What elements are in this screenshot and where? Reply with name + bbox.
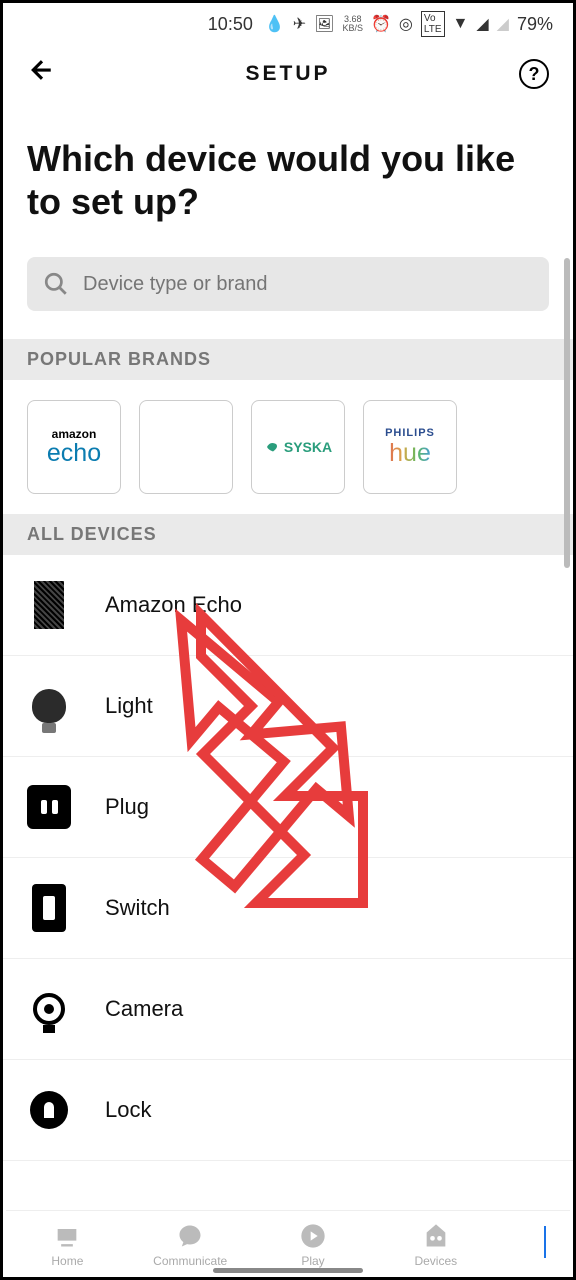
light-icon xyxy=(27,684,71,728)
hotspot-icon: ◎ xyxy=(399,14,413,34)
status-bar: 10:50 💧 ✈ 🖼 3.68KB/S ⏰ ◎ VoLTE ▼ ◢ ◢ 79% xyxy=(3,3,573,45)
data-speed: 3.68KB/S xyxy=(342,15,363,33)
brand-blank[interactable] xyxy=(139,400,233,494)
search-icon xyxy=(43,271,69,297)
status-time: 10:50 xyxy=(208,14,253,35)
brand-philips-hue[interactable]: PHILIPS hue xyxy=(363,400,457,494)
home-icon xyxy=(52,1221,82,1251)
signal-icon-2: ◢ xyxy=(497,14,509,34)
play-icon xyxy=(298,1221,328,1251)
signal-icon: ◢ xyxy=(476,14,488,34)
device-switch[interactable]: Switch xyxy=(3,858,573,959)
device-light[interactable]: Light xyxy=(3,656,573,757)
device-list: Amazon Echo Light Plug Switch Camera Loc… xyxy=(3,555,573,1161)
device-amazon-echo[interactable]: Amazon Echo xyxy=(3,555,573,656)
lock-icon xyxy=(27,1088,71,1132)
nav-communicate[interactable]: Communicate xyxy=(145,1221,235,1268)
wifi-icon: ▼ xyxy=(453,15,469,33)
back-button[interactable] xyxy=(27,55,57,93)
setup-question: Which device would you like to set up? xyxy=(3,107,573,257)
alarm-icon: ⏰ xyxy=(371,14,391,34)
device-camera[interactable]: Camera xyxy=(3,959,573,1060)
switch-icon xyxy=(27,886,71,930)
all-devices-header: ALL DEVICES xyxy=(3,514,573,555)
page-title: SETUP xyxy=(245,62,330,86)
help-button[interactable]: ? xyxy=(519,59,549,89)
popular-brands-header: POPULAR BRANDS xyxy=(3,339,573,380)
devices-icon xyxy=(421,1221,451,1251)
nav-devices[interactable]: Devices xyxy=(391,1221,481,1268)
app-header: SETUP ? xyxy=(3,45,573,107)
brands-row: amazon echo SYSKA PHILIPS hue xyxy=(3,380,573,514)
search-box[interactable] xyxy=(27,257,549,311)
home-indicator[interactable] xyxy=(213,1268,363,1273)
battery-percent: 79% xyxy=(517,14,553,35)
brand-amazon-echo[interactable]: amazon echo xyxy=(27,400,121,494)
image-icon: 🖼 xyxy=(314,14,334,34)
volte-icon: VoLTE xyxy=(421,11,445,37)
echo-icon xyxy=(27,583,71,627)
drop-icon: 💧 xyxy=(265,14,285,34)
nav-more[interactable] xyxy=(514,1221,554,1268)
nav-play[interactable]: Play xyxy=(268,1221,358,1268)
send-icon: ✈ xyxy=(293,14,306,34)
plug-icon xyxy=(27,785,71,829)
brand-syska[interactable]: SYSKA xyxy=(251,400,345,494)
bottom-nav: Home Communicate Play Devices xyxy=(6,1210,570,1274)
communicate-icon xyxy=(175,1221,205,1251)
scroll-indicator[interactable] xyxy=(564,258,570,568)
camera-icon xyxy=(27,987,71,1031)
search-input[interactable] xyxy=(83,273,533,296)
device-lock[interactable]: Lock xyxy=(3,1060,573,1161)
device-plug[interactable]: Plug xyxy=(3,757,573,858)
nav-home[interactable]: Home xyxy=(22,1221,112,1268)
